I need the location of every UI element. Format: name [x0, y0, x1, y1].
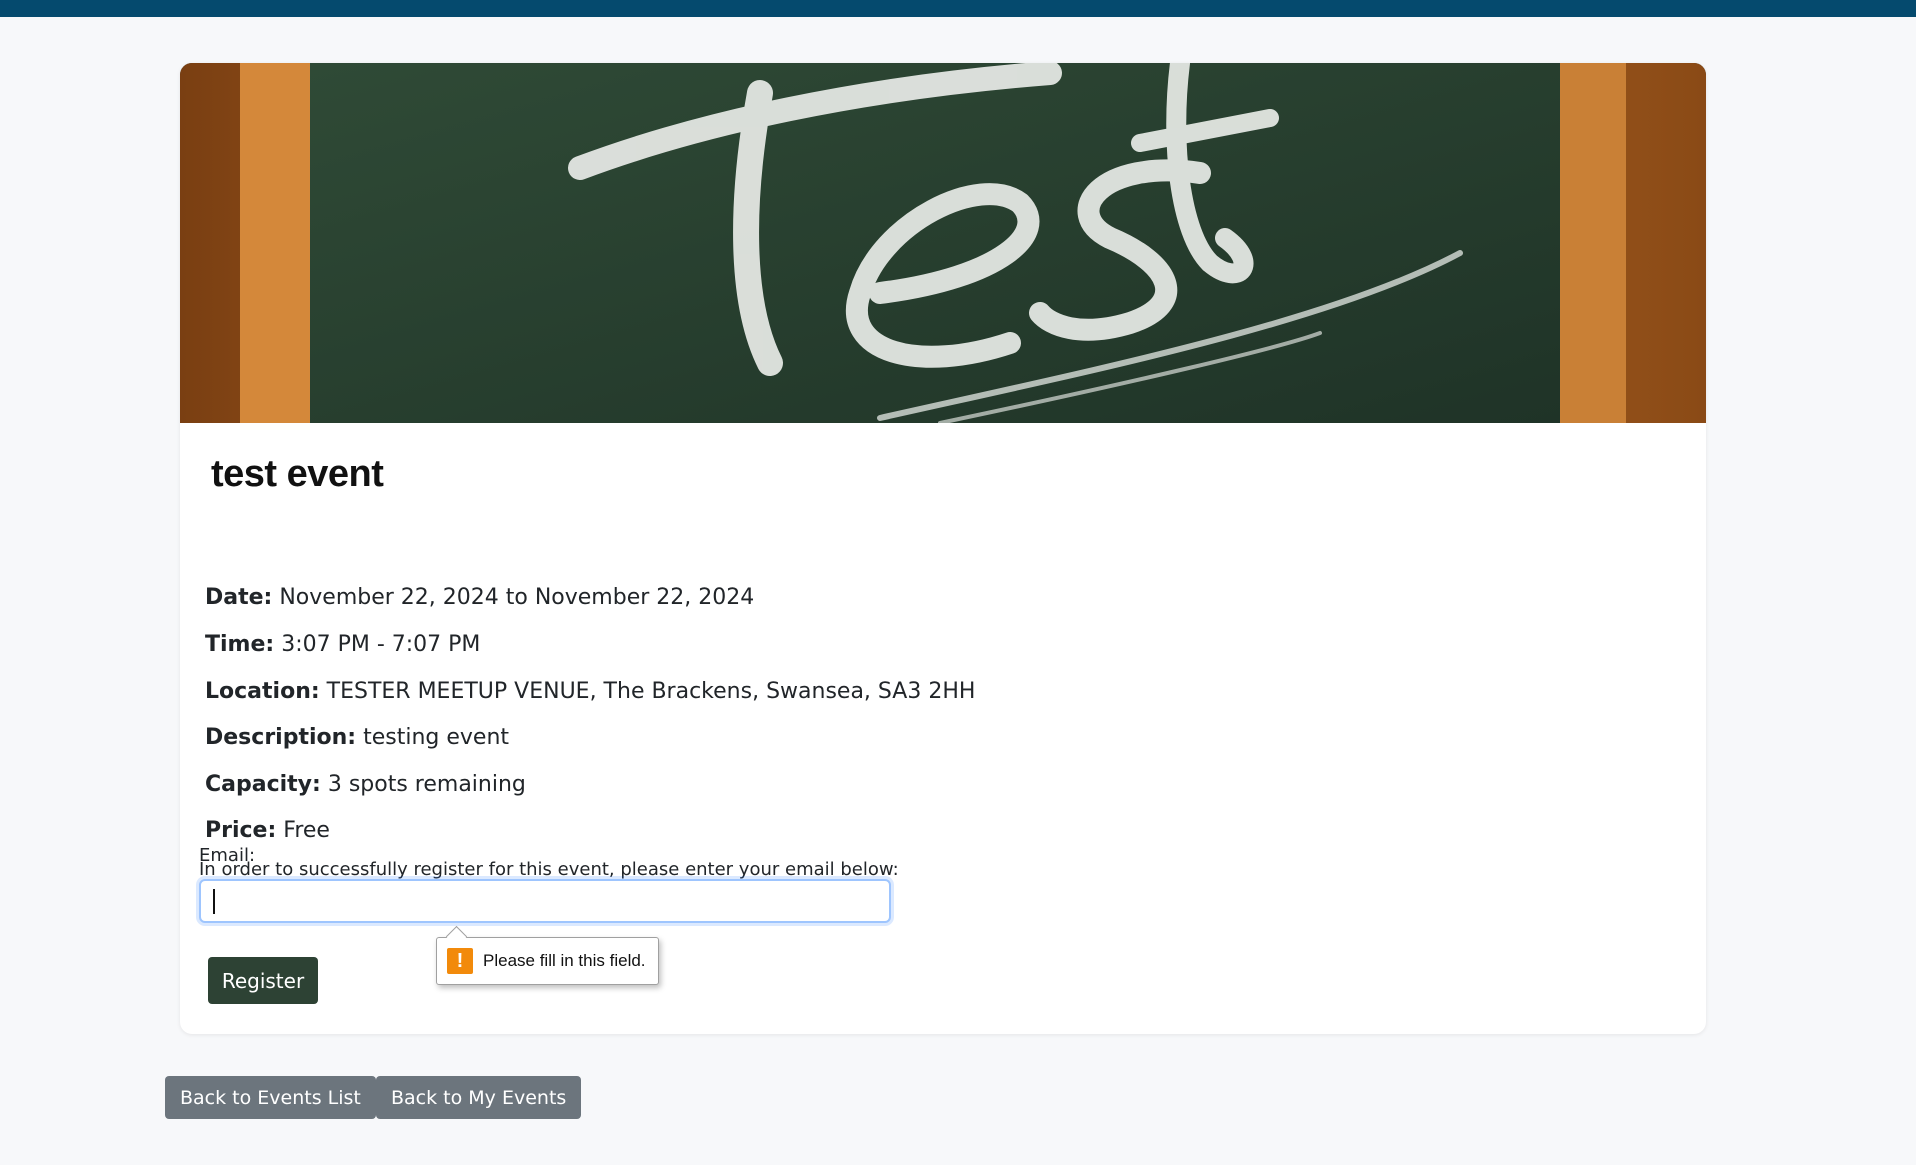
detail-label: Time: — [205, 632, 275, 657]
detail-label: Price: — [205, 818, 277, 843]
event-card: test event Date: November 22, 2024 to No… — [180, 63, 1706, 1034]
detail-label: Date: — [205, 585, 273, 610]
email-input[interactable] — [199, 879, 891, 923]
detail-value: 3 spots remaining — [327, 772, 526, 797]
validation-message: Please fill in this field. — [483, 951, 646, 970]
register-button[interactable]: Register — [208, 957, 318, 1004]
detail-value: testing event — [363, 725, 510, 750]
detail-value: TESTER MEETUP VENUE, The Brackens, Swans… — [326, 679, 976, 704]
detail-label: Capacity: — [205, 772, 321, 797]
event-title: test event — [211, 453, 384, 495]
back-to-events-list-button[interactable]: Back to Events List — [165, 1076, 376, 1119]
registration-instructions: In order to successfully register for th… — [199, 859, 899, 880]
detail-value: Free — [283, 818, 330, 843]
event-date: Date: November 22, 2024 to November 22, … — [205, 585, 754, 610]
chalkboard-illustration — [180, 63, 1706, 423]
event-description: Description: testing event — [205, 725, 509, 750]
detail-label: Location: — [205, 679, 320, 704]
event-location: Location: TESTER MEETUP VENUE, The Brack… — [205, 679, 975, 704]
top-bar — [0, 0, 1916, 17]
detail-label: Description: — [205, 725, 357, 750]
back-to-my-events-button[interactable]: Back to My Events — [376, 1076, 582, 1119]
event-capacity: Capacity: 3 spots remaining — [205, 772, 526, 797]
event-price: Price: Free — [205, 818, 330, 843]
warning-icon: ! — [447, 948, 473, 974]
email-label: Email: — [199, 845, 256, 866]
text-caret — [213, 889, 215, 914]
detail-value: November 22, 2024 to November 22, 2024 — [279, 585, 755, 610]
validation-tooltip: ! Please fill in this field. — [436, 937, 659, 985]
detail-value: 3:07 PM - 7:07 PM — [281, 632, 481, 657]
event-banner-image — [180, 63, 1706, 423]
event-time: Time: 3:07 PM - 7:07 PM — [205, 632, 480, 657]
